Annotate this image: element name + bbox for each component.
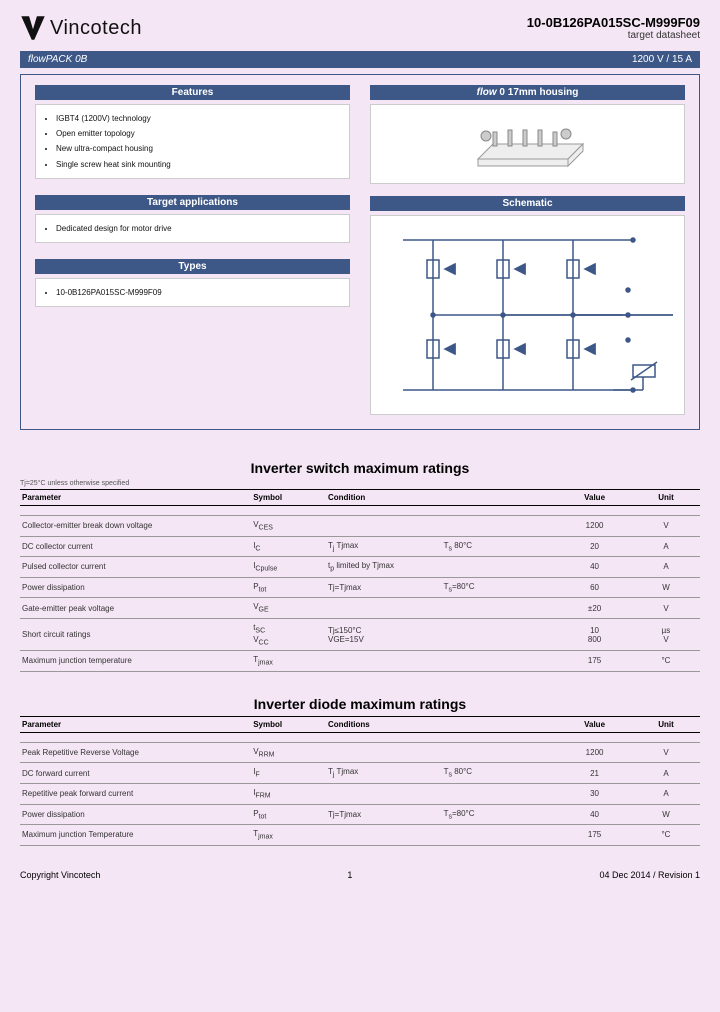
list-item: Single screw heat sink mounting: [56, 157, 339, 172]
doc-subtitle: target datasheet: [527, 30, 700, 41]
table-row: Peak Repetitive Reverse VoltageVRRM1200V: [20, 742, 700, 763]
column-header: Conditions: [326, 716, 442, 732]
table-row: DC collector currentICTj TjmaxTs 80°C20A: [20, 536, 700, 557]
housing-heading: flow 0 17mm housing: [370, 85, 685, 100]
page-number: 1: [100, 870, 599, 880]
column-header: Symbol: [251, 716, 326, 732]
table-row: Maximum junction temperatureTjmax175°C: [20, 651, 700, 672]
target-apps-list: Dedicated design for motor drive: [35, 214, 350, 243]
diode-table-title: Inverter diode maximum ratings: [20, 696, 700, 712]
diode-ratings-table: ParameterSymbolConditions ValueUnit Peak …: [20, 716, 700, 846]
list-item: IGBT4 (1200V) technology: [56, 111, 339, 126]
table-row: Repetitive peak forward currentIFRM30A: [20, 783, 700, 804]
column-header: Condition: [326, 490, 442, 506]
column-header: Parameter: [20, 490, 251, 506]
column-header: Unit: [632, 716, 700, 732]
part-number: 10-0B126PA015SC-M999F09: [527, 15, 700, 30]
table-row: Collector-emitter break down voltageVCES…: [20, 516, 700, 537]
column-header: Unit: [632, 490, 700, 506]
voltage-current-rating: 1200 V / 15 A: [632, 54, 692, 65]
table-row: Power dissipationPtotTj=TjmaxTs=80°C40W: [20, 804, 700, 825]
switch-table-title: Inverter switch maximum ratings: [20, 460, 700, 476]
revision-date: 04 Dec 2014 / Revision 1: [599, 870, 700, 880]
logo: Vincotech: [20, 15, 142, 41]
table-row: DC forward currentIFTj TjmaxTs 80°C21A: [20, 763, 700, 784]
column-header: [442, 716, 558, 732]
target-apps-heading: Target applications: [35, 195, 350, 210]
column-header: [442, 490, 558, 506]
table-row: Maximum junction TemperatureTjmax175°C: [20, 825, 700, 846]
product-family: flowPACK 0B: [28, 54, 87, 65]
table-row: Short circuit ratingstSCVCCTj≤150°CVGE=1…: [20, 618, 700, 650]
title-area: 10-0B126PA015SC-M999F09 target datasheet: [527, 15, 700, 41]
schematic-image: [370, 215, 685, 415]
table-row: Pulsed collector currentICpulsetp limite…: [20, 557, 700, 578]
types-list: 10-0B126PA015SC-M999F09: [35, 278, 350, 307]
switch-ratings-table: ParameterSymbolCondition ValueUnit Collec…: [20, 489, 700, 672]
column-header: Parameter: [20, 716, 251, 732]
column-header: Value: [557, 716, 632, 732]
info-bar: flowPACK 0B 1200 V / 15 A: [20, 51, 700, 68]
housing-image: [370, 104, 685, 184]
column-header: Value: [557, 490, 632, 506]
copyright: Copyright Vincotech: [20, 870, 100, 880]
list-item: 10-0B126PA015SC-M999F09: [56, 285, 339, 300]
list-item: New ultra-compact housing: [56, 141, 339, 156]
list-item: Open emitter topology: [56, 126, 339, 141]
list-item: Dedicated design for motor drive: [56, 221, 339, 236]
features-list: IGBT4 (1200V) technologyOpen emitter top…: [35, 104, 350, 179]
hero-panel: Features IGBT4 (1200V) technologyOpen em…: [20, 74, 700, 430]
vincotech-logo-icon: [20, 15, 46, 41]
types-heading: Types: [35, 259, 350, 274]
table-row: Power dissipationPtotTj=TjmaxTs=80°C60W: [20, 577, 700, 598]
column-header: Symbol: [251, 490, 326, 506]
features-heading: Features: [35, 85, 350, 100]
schematic-heading: Schematic: [370, 196, 685, 211]
table-row: Gate-emitter peak voltageVGE±20V: [20, 598, 700, 619]
page-header: Vincotech 10-0B126PA015SC-M999F09 target…: [20, 15, 700, 41]
page-footer: Copyright Vincotech 1 04 Dec 2014 / Revi…: [20, 870, 700, 890]
switch-table-note: Tj=25°C unless otherwise specified: [20, 480, 700, 487]
brand-name: Vincotech: [50, 17, 142, 40]
